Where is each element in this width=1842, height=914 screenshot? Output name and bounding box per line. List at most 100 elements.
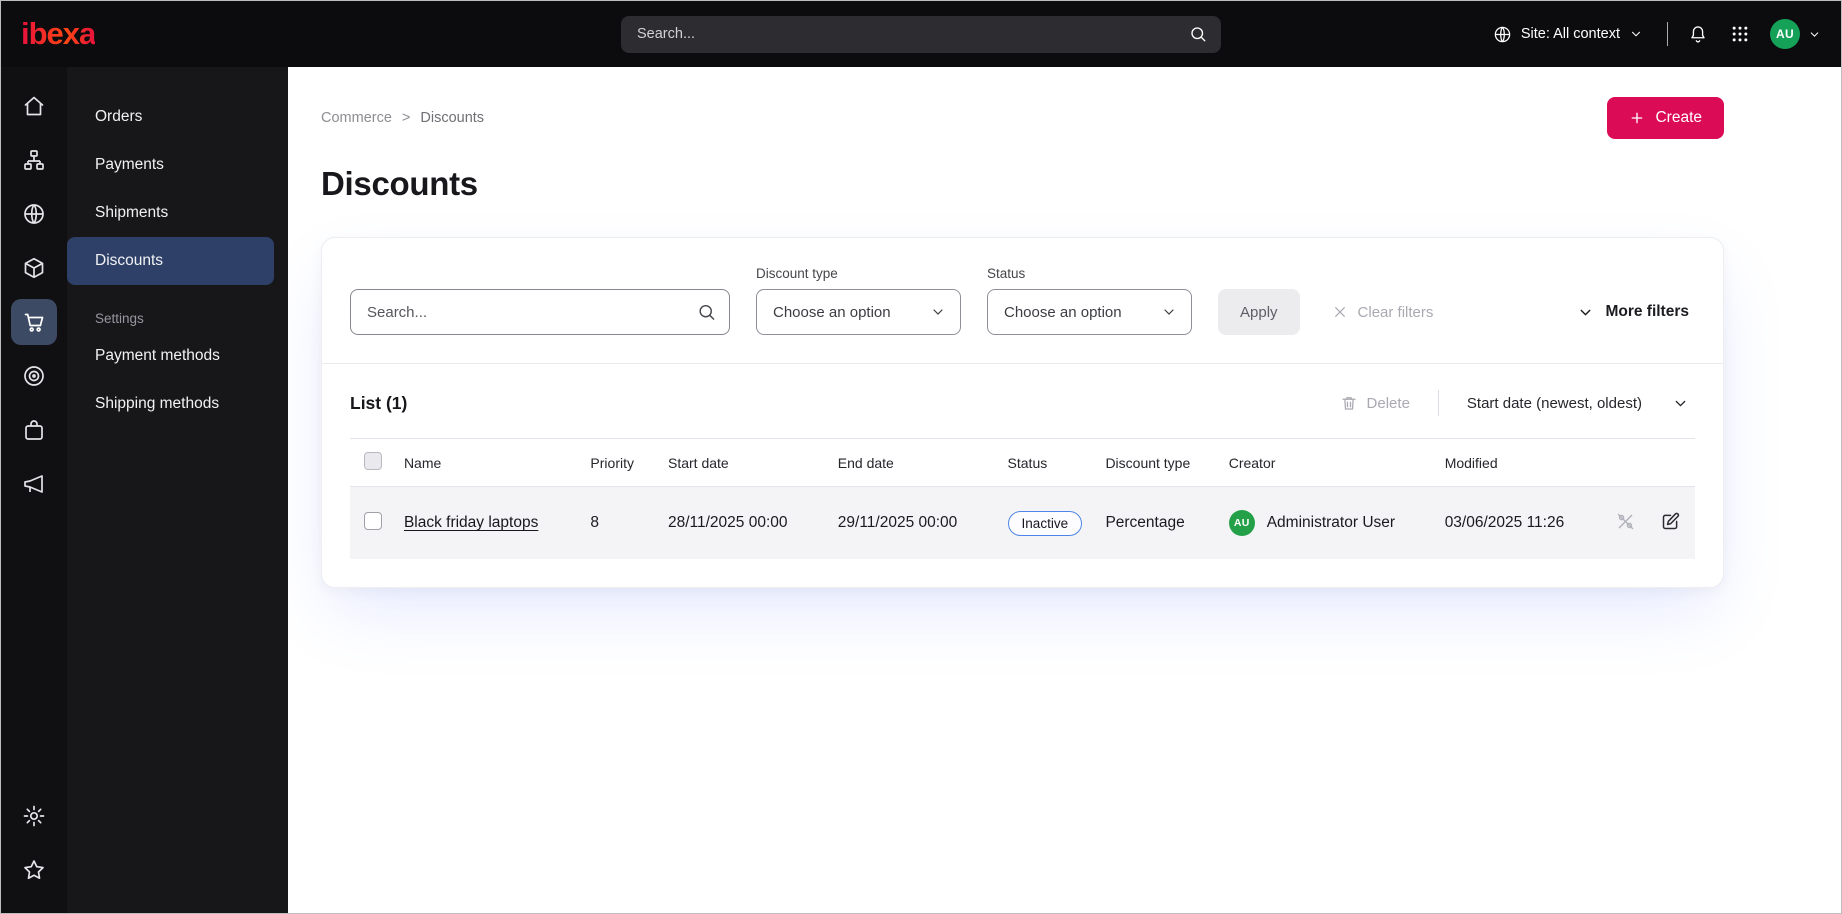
subnav-item-orders[interactable]: Orders (67, 93, 288, 141)
discount-type-filter: Discount type Choose an option (756, 266, 961, 335)
nav-bookmarks[interactable] (11, 847, 57, 893)
filter-search (350, 289, 730, 335)
table-row: Black friday laptops 8 28/11/2025 00:00 … (350, 486, 1695, 559)
subnav-section-settings: Settings (95, 311, 144, 326)
discount-type-label: Discount type (756, 266, 838, 281)
discounts-panel: Discount type Choose an option Status Ch… (321, 237, 1724, 588)
global-search-input[interactable] (621, 15, 1221, 53)
search-icon[interactable] (1189, 25, 1207, 43)
chevron-down-icon (930, 304, 946, 320)
x-icon (1332, 304, 1348, 320)
chevron-down-icon (1672, 395, 1689, 412)
edit-button[interactable] (1656, 507, 1685, 539)
main-nav-rail (1, 67, 67, 913)
breadcrumb: Commerce > Discounts (321, 110, 484, 126)
ibexa-logo[interactable]: ibexa (21, 16, 96, 52)
nav-site[interactable] (11, 191, 57, 237)
list-title: List (1) (350, 392, 408, 413)
row-end-date: 29/11/2025 00:00 (827, 486, 998, 559)
site-context-selector[interactable]: Site: All context (1487, 24, 1649, 45)
user-avatar: AU (1770, 19, 1800, 49)
filters-bar: Discount type Choose an option Status Ch… (350, 266, 1695, 335)
subnav-item-discounts[interactable]: Discounts (67, 237, 274, 285)
chevron-down-icon (1629, 27, 1643, 41)
creator-avatar: AU (1228, 510, 1255, 536)
home-icon (22, 94, 46, 118)
select-all-checkbox[interactable] (364, 452, 382, 470)
megaphone-icon (22, 472, 46, 496)
topbar: ibexa Site: All context (1, 1, 1841, 67)
global-search (621, 15, 1221, 53)
topbar-right: Site: All context AU (1221, 19, 1821, 49)
main-content: Commerce > Discounts Create Discounts Se… (288, 67, 1841, 913)
col-header-status: Status (997, 438, 1096, 487)
discount-type-select[interactable]: Choose an option (756, 289, 961, 335)
creator-name: Administrator User (1266, 514, 1396, 531)
status-label: Status (987, 266, 1026, 281)
clear-filters-label: Clear filters (1357, 303, 1434, 321)
breadcrumb-commerce[interactable]: Commerce (321, 110, 392, 126)
app-shell: Orders Payments Shipments Discounts Sett… (1, 67, 1841, 913)
row-discount-type: Percentage (1095, 486, 1219, 559)
nav-products[interactable] (11, 245, 57, 291)
table-header-row: Name Priority Start date End date Status… (350, 438, 1695, 487)
nav-campaigns[interactable] (11, 461, 57, 507)
edit-icon (1660, 511, 1681, 532)
status-select[interactable]: Choose an option (987, 289, 1192, 335)
star-icon (22, 858, 46, 882)
topbar-divider (1667, 22, 1668, 46)
subnav-item-payment-methods[interactable]: Payment methods (67, 332, 288, 380)
more-filters-button[interactable]: More filters (1571, 289, 1695, 335)
app-window: ibexa Site: All context (0, 0, 1842, 914)
globe-icon (22, 202, 46, 226)
nav-content-structure[interactable] (11, 137, 57, 183)
nav-commerce[interactable] (11, 299, 57, 345)
page-title: Discounts (321, 165, 478, 202)
apps-menu-button[interactable] (1728, 22, 1752, 46)
nav-home[interactable] (11, 83, 57, 129)
col-header-priority: Priority (580, 438, 658, 487)
subnav-item-shipping-methods[interactable]: Shipping methods (67, 380, 288, 428)
notifications-button[interactable] (1686, 22, 1710, 46)
percent-crossed-icon (1615, 511, 1636, 532)
plus-icon (1629, 110, 1645, 126)
topbar-center (621, 15, 1221, 53)
more-filters-label: More filters (1605, 303, 1689, 320)
delete-button[interactable]: Delete (1334, 393, 1416, 413)
col-header-start-date: Start date (657, 438, 828, 487)
discount-type-value: Choose an option (773, 303, 891, 321)
cube-icon (22, 256, 46, 280)
bell-icon (1688, 24, 1708, 44)
chevron-down-icon (1577, 304, 1594, 321)
commerce-subnav: Orders Payments Shipments Discounts Sett… (67, 67, 288, 913)
list-actions-divider (1437, 390, 1439, 416)
create-button-label: Create (1655, 109, 1702, 126)
sort-select[interactable]: Start date (newest, oldest) (1461, 394, 1695, 413)
user-menu[interactable]: AU (1770, 19, 1821, 49)
chevron-down-icon (1161, 304, 1177, 320)
list-header: List (1) Delete Start date (newest, olde… (350, 390, 1695, 416)
nav-settings[interactable] (11, 793, 57, 839)
search-icon[interactable] (697, 303, 716, 322)
clear-filters-button[interactable]: Clear filters (1326, 289, 1440, 335)
topbar-left: ibexa (21, 16, 621, 52)
apply-button[interactable]: Apply (1218, 289, 1300, 335)
cart-icon (22, 310, 46, 334)
nav-personalization[interactable] (11, 353, 57, 399)
trash-icon (1340, 394, 1358, 412)
breadcrumb-separator: > (401, 110, 411, 126)
row-start-date: 28/11/2025 00:00 (657, 486, 828, 559)
target-icon (22, 364, 46, 388)
discount-name-link[interactable]: Black friday laptops (404, 514, 538, 531)
discount-codes-button[interactable] (1611, 507, 1640, 539)
status-filter: Status Choose an option (987, 266, 1192, 335)
list-actions: Delete Start date (newest, oldest) (1334, 390, 1695, 416)
filter-search-input[interactable] (350, 289, 730, 335)
subnav-item-payments[interactable]: Payments (67, 141, 288, 189)
row-priority: 8 (580, 486, 658, 559)
breadcrumb-discounts[interactable]: Discounts (420, 110, 484, 126)
create-button[interactable]: Create (1607, 97, 1724, 139)
subnav-item-shipments[interactable]: Shipments (67, 189, 288, 237)
nav-corporate[interactable] (11, 407, 57, 453)
row-checkbox[interactable] (364, 511, 382, 530)
